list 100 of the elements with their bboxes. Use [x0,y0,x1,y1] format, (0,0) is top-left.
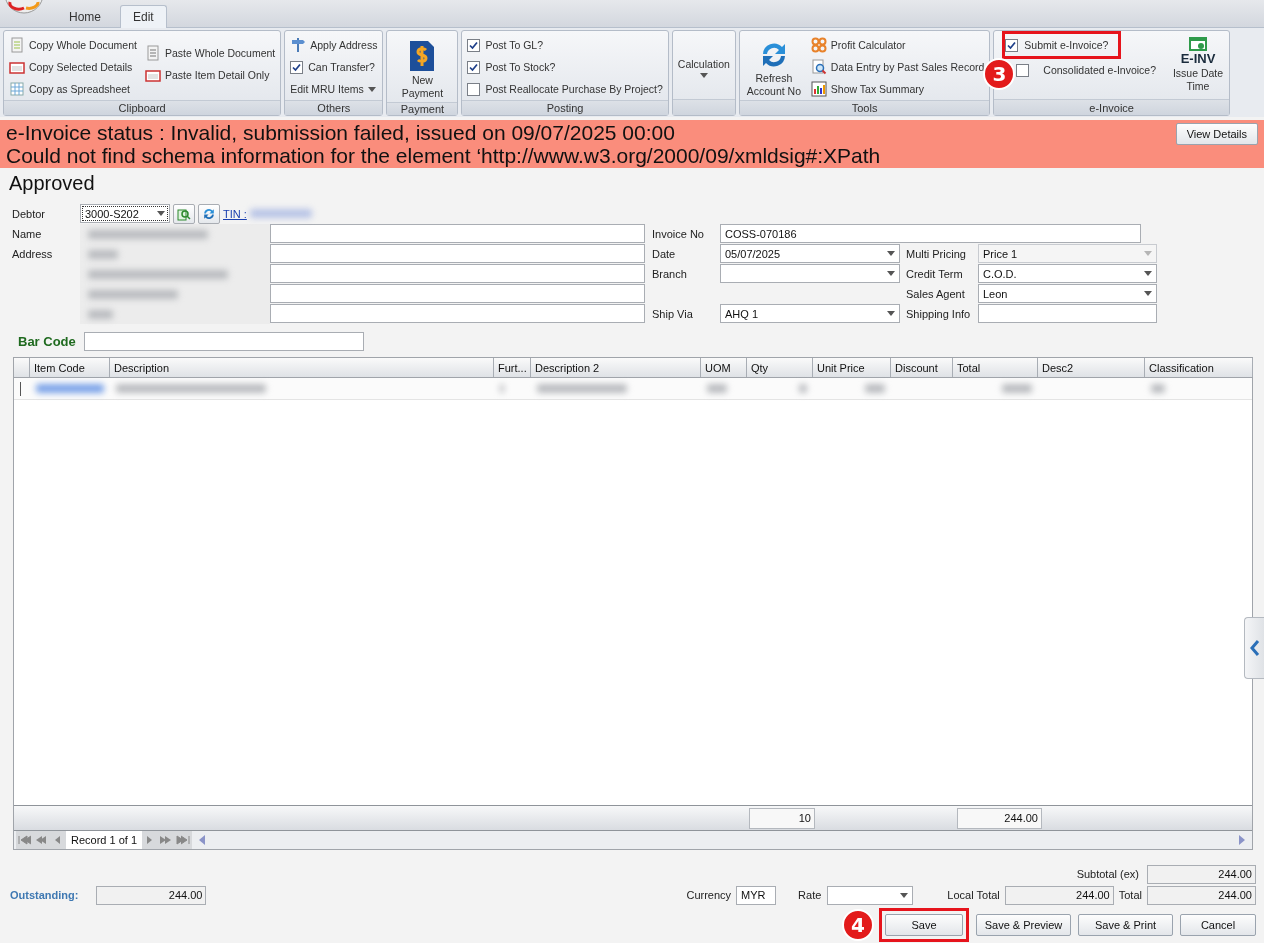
checkbox-label[interactable]: Post To GL? [485,39,543,51]
scroll-right-icon[interactable] [1238,835,1246,845]
blurred-text [249,209,312,218]
search-button[interactable] [173,203,195,224]
column-header[interactable]: Item Code [30,358,110,377]
ribbon-tab[interactable]: Home [56,5,114,27]
field-label: Address [12,246,54,262]
form-button[interactable]: Cancel [1180,914,1256,936]
caret-icon[interactable] [699,73,708,78]
dropdown-field[interactable] [720,264,900,283]
caret-icon[interactable] [1144,271,1152,276]
form-button[interactable]: Save & Preview [976,914,1071,936]
ribbon-button[interactable]: Profit Calculator [808,34,908,56]
checkbox[interactable] [1016,63,1030,77]
dropdown-field[interactable]: AHQ 1 [720,304,900,323]
blurred-text [707,384,727,393]
column-header[interactable]: Desc2 [1038,358,1145,377]
text-field[interactable] [270,304,645,323]
text-field[interactable] [270,224,645,243]
large-ribbon-button[interactable]: Calculation [675,34,732,80]
refresh-button[interactable] [198,203,220,224]
field-label: Currency [686,888,732,903]
blurred-text [1002,384,1032,393]
ribbon-tab[interactable]: Edit [120,5,167,28]
barcode-field[interactable] [83,332,364,351]
checkbox-label[interactable]: Can Transfer? [308,61,375,73]
checkbox[interactable] [290,60,304,74]
column-header[interactable]: Qty [747,358,813,377]
large-ribbon-button[interactable]: Refresh Account No [742,34,805,100]
checkbox[interactable] [467,60,481,74]
chevron-left-icon [1249,640,1260,656]
field-label: Invoice No [652,226,705,242]
next-navigation-icon[interactable] [144,835,191,845]
ribbon-button[interactable]: Paste Item Detail Only [142,64,272,86]
menu-button[interactable]: Edit MRU Items [288,78,378,100]
field-label: Rate [798,888,822,903]
column-header[interactable]: Unit Price [813,358,891,377]
group-title: Posting [462,100,668,115]
side-panel-tab[interactable] [1244,617,1264,679]
checkbox-label[interactable]: Post To Stock? [485,61,556,73]
group-title [672,99,735,115]
column-header[interactable]: Description 2 [531,358,701,377]
form-button[interactable]: Save & Print [1078,914,1173,936]
column-header[interactable]: Discount [891,358,953,377]
dropdown-field[interactable]: Leon [978,284,1157,303]
caret-icon[interactable] [1144,291,1152,296]
document-icon [144,45,161,61]
checkbox-label[interactable]: Consolidated e-Invoice? [1043,64,1156,76]
ribbon-button[interactable]: Show Tax Summary [808,78,927,100]
large-ribbon-button[interactable]: New Payment [390,34,455,102]
ribbon-button[interactable]: Paste Whole Document [142,42,278,64]
text-field[interactable]: MYR [736,885,777,905]
caret-icon[interactable] [900,892,909,898]
ribbon-button[interactable]: Copy Whole Document [7,34,139,56]
checkbox[interactable] [467,38,481,52]
dollar-document-icon [409,40,436,72]
column-header[interactable]: Furt... [494,358,531,377]
dropdown-field[interactable] [827,885,914,905]
blurred-text [799,384,807,393]
checkbox[interactable] [1005,38,1019,52]
ribbon-button[interactable]: Copy Selected Details [7,56,135,78]
ribbon-button[interactable]: Copy as Spreadsheet [7,78,132,100]
dropdown-field[interactable]: C.O.D. [978,264,1157,283]
caret-icon[interactable] [887,311,895,316]
column-header[interactable]: Classification [1145,358,1253,377]
group-title: e-Invoice [994,99,1229,115]
text-field[interactable] [978,304,1157,323]
ribbon-button[interactable]: Apply Address [288,34,380,56]
large-ribbon-button[interactable]: E-INV Issue Date Time [1170,34,1226,95]
form-button[interactable]: Save [885,914,963,936]
checkbox-label[interactable]: Submit e-Invoice? [1024,39,1109,51]
amount-field: 244.00 [1004,885,1114,905]
dropdown-field[interactable]: 05/07/2025 [720,244,900,263]
caret-icon[interactable] [367,86,376,92]
dropdown-field[interactable]: 3000-S202 [80,204,170,223]
caret-icon[interactable] [887,251,895,256]
tray-icon [144,67,161,83]
app-orb-icon[interactable] [4,0,46,14]
field-label: Name [12,226,43,242]
view-details-button[interactable]: View Details [1175,123,1258,145]
column-header[interactable]: UOM [701,358,747,377]
magnifier-document-icon [810,59,827,75]
chart-icon [810,81,827,97]
text-field[interactable]: COSS-070186 [720,224,1141,243]
text-field[interactable] [270,284,645,303]
caret-icon[interactable] [157,211,165,216]
column-header[interactable]: Description [110,358,494,377]
checkbox-label[interactable]: Post Reallocate Purchase By Project? [485,83,663,95]
tray-icon [9,59,25,75]
text-field[interactable] [270,264,645,283]
tin-link[interactable]: TIN : [223,207,247,220]
checkbox[interactable] [467,82,481,96]
text-field[interactable] [270,244,645,263]
signpost-icon [290,37,307,53]
scroll-left-icon[interactable] [198,835,207,845]
blurred-text [36,384,104,393]
search-icon [177,206,191,221]
column-header[interactable]: Total [953,358,1038,377]
document-icon [9,37,25,53]
caret-icon[interactable] [887,271,895,276]
